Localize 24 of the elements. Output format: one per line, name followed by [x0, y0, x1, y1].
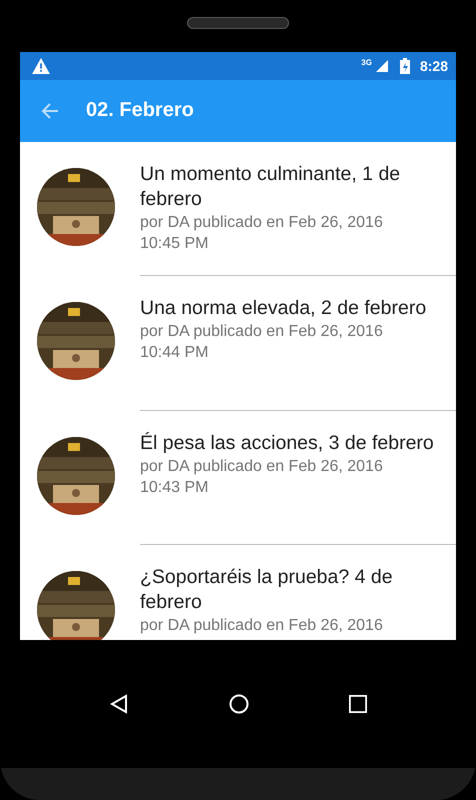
item-title: Él pesa las acciones, 3 de febrero [140, 430, 435, 456]
recents-icon[interactable] [349, 695, 367, 713]
item-time: 10:43 PM [140, 478, 210, 498]
network-label: 3G [361, 58, 372, 67]
clock: 8:28 [420, 58, 448, 74]
item-title: Un momento culminante, 1 de febrero [140, 162, 402, 212]
home-icon[interactable] [229, 694, 249, 714]
item-byline: por DA publicado en Feb 26, 2016 [140, 212, 384, 233]
item-time: 10:45 PM [140, 234, 210, 254]
battery-icon [400, 58, 410, 74]
warning-icon [32, 58, 50, 74]
item-byline: por DA publicado en Feb 26, 2016 [140, 322, 384, 342]
screen-title: 02. Febrero [86, 99, 194, 122]
list-item[interactable]: ¿Soportaréis la prueba? 4 de febrero por DA publicado en Feb 26, 2016 [20, 545, 456, 640]
item-title: Una norma elevada, 2 de febrero [140, 296, 428, 322]
signal-icon [376, 58, 388, 73]
item-byline: por DA publicado en Feb 26, 2016 [140, 456, 384, 477]
list-item[interactable]: Una norma elevada, 2 de febrero por DA publicado en Feb 26, 2016 10:44 PM [20, 276, 456, 411]
back-icon[interactable] [109, 694, 129, 714]
list-item[interactable]: Un momento culminante, 1 de febrero por DA publicado en Feb 26, 2016 10:45 PM [20, 142, 456, 276]
item-title: ¿Soportaréis la prueba? 4 de febrero [140, 565, 394, 616]
item-byline: por DA publicado en Feb 26, 2016 [140, 616, 384, 636]
list-item[interactable]: Él pesa las acciones, 3 de febrero por DA publicado en Feb 26, 2016 10:43 PM [20, 410, 456, 546]
item-time: 10:44 PM [140, 343, 210, 364]
